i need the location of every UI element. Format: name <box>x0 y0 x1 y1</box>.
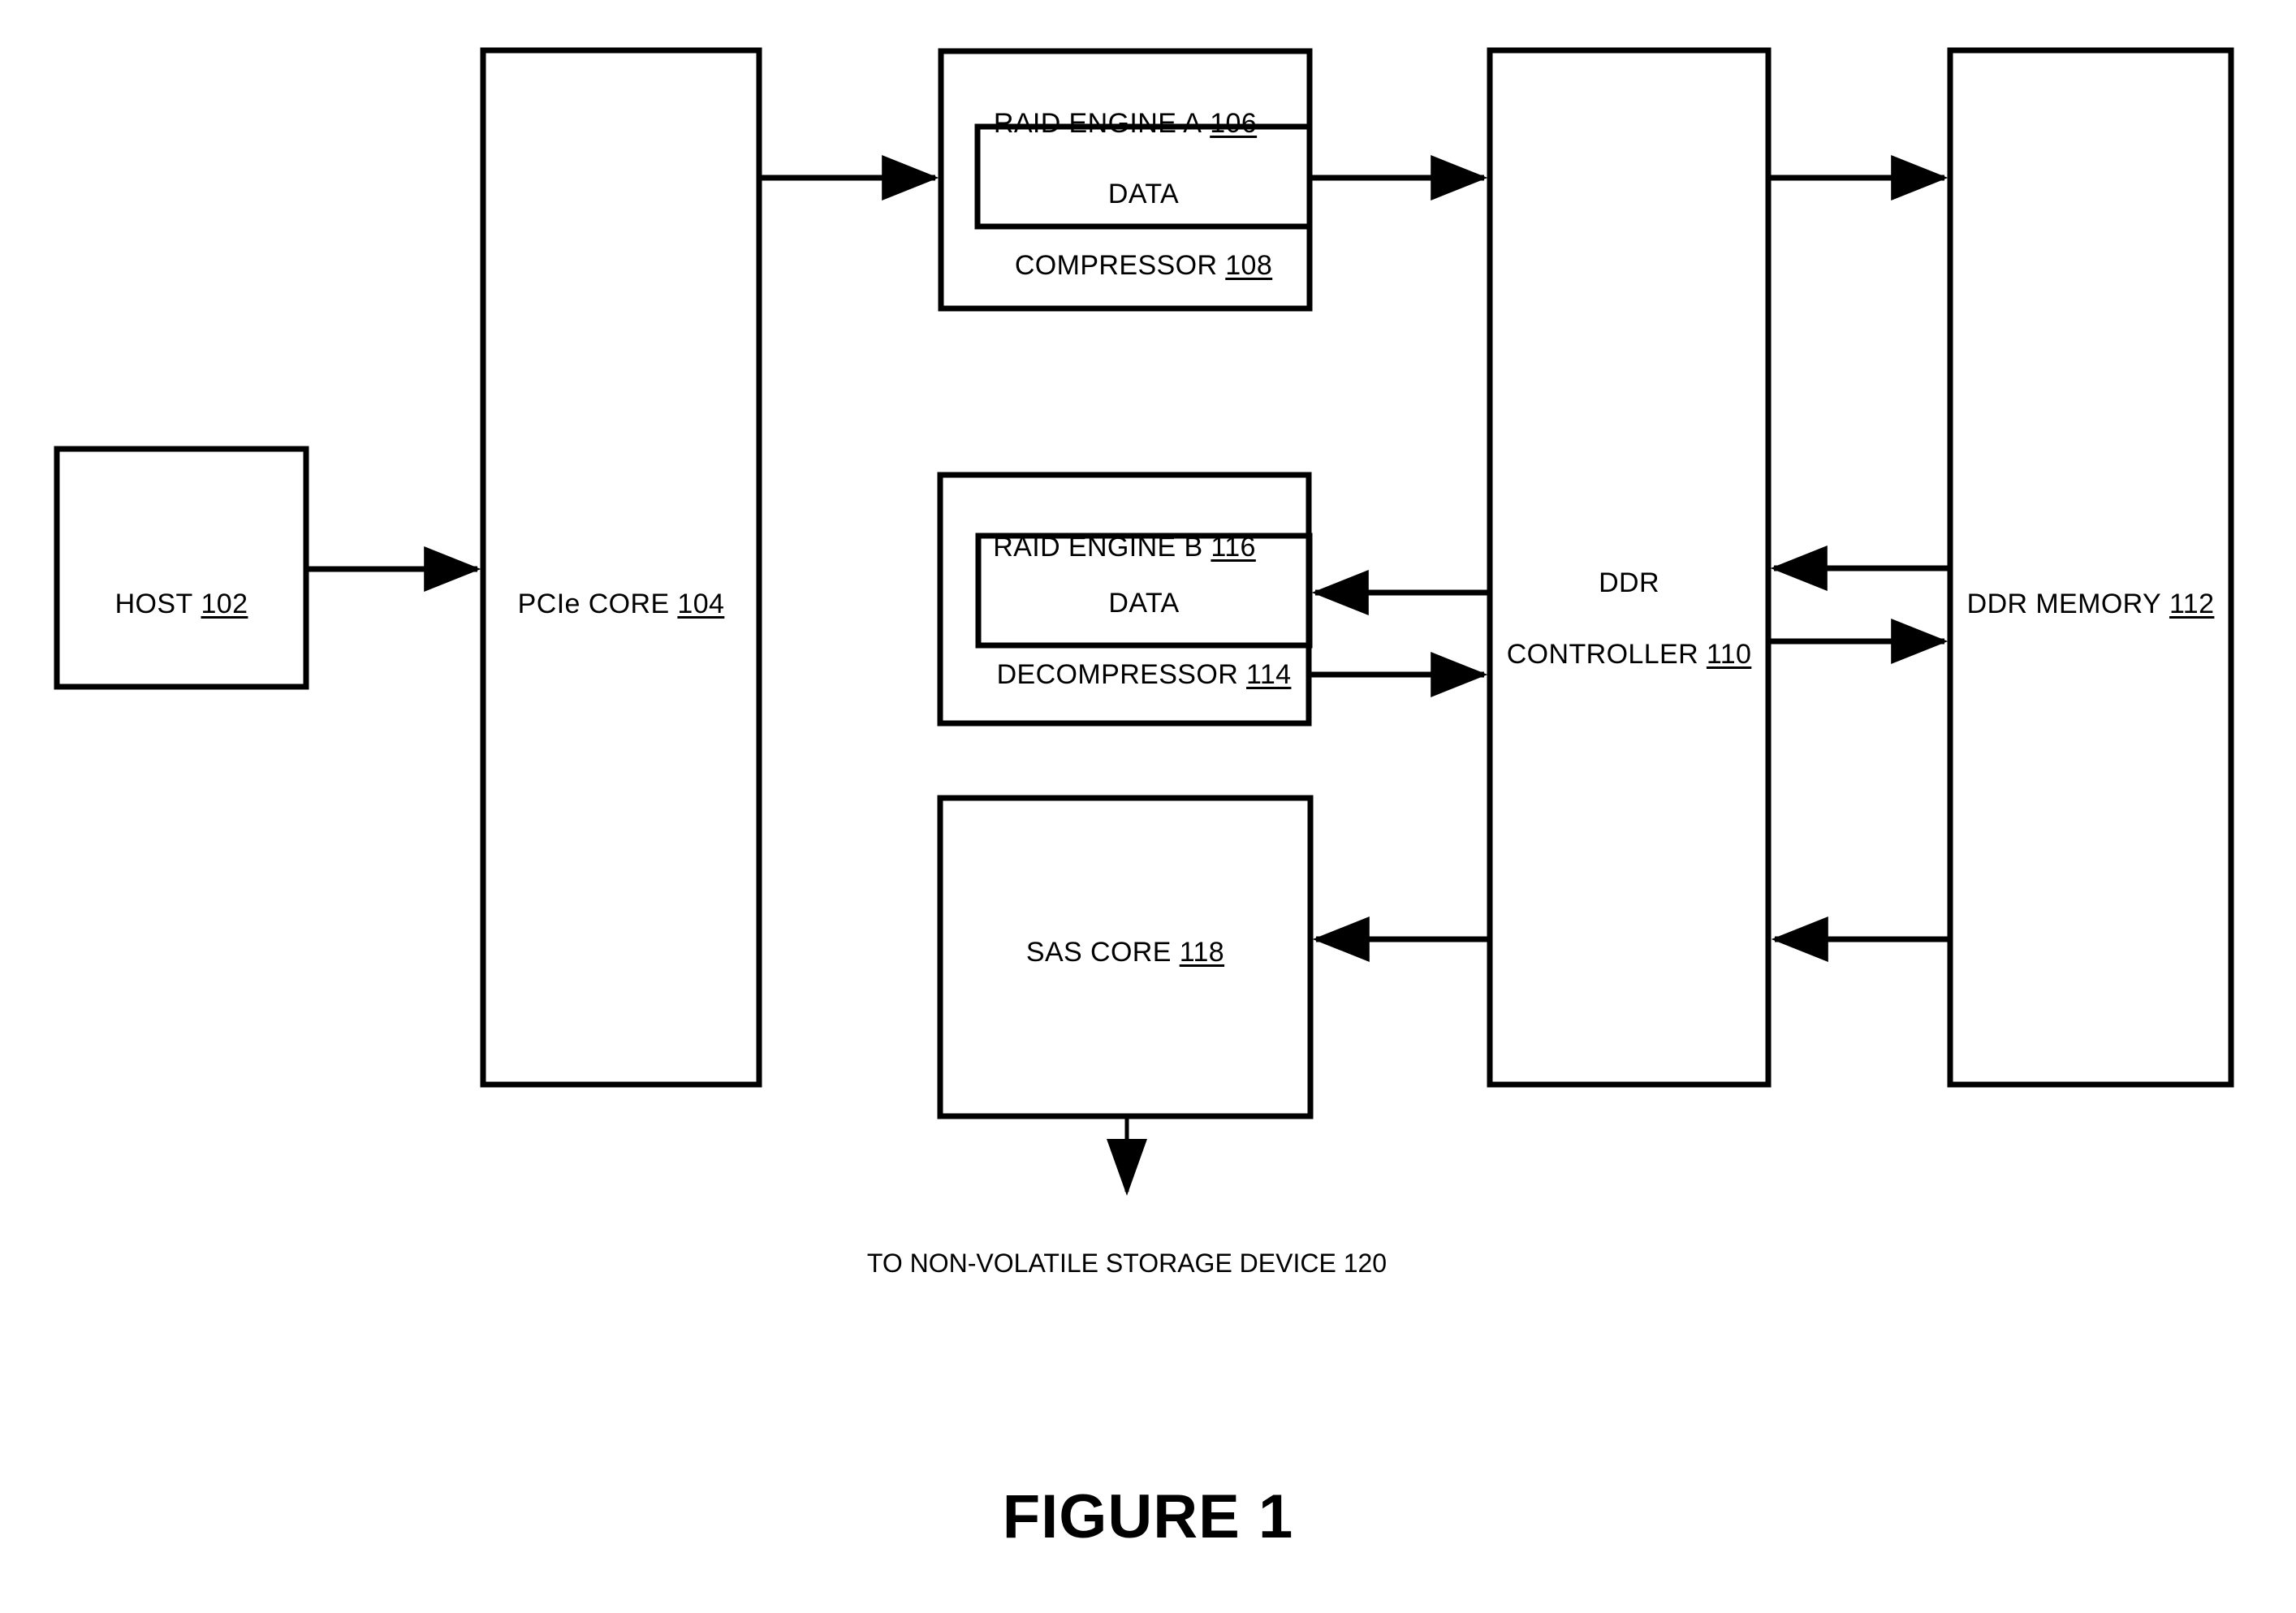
pcie-core-block <box>480 47 762 1088</box>
raid-engine-a-block <box>938 48 1313 312</box>
data-compressor-block <box>974 123 1313 230</box>
host-block <box>54 446 309 690</box>
storage-device-annotation: TO NON-VOLATILE STORAGE DEVICE 120 <box>866 1249 1388 1278</box>
sas-core-block <box>937 795 1314 1119</box>
ddr-controller-block <box>1487 47 1772 1088</box>
data-decompressor-block <box>975 533 1313 649</box>
patent-figure: HOST 102 PCIe CORE 104 RAID ENGINE A 106… <box>0 0 2296 1613</box>
figure-caption: FIGURE 1 <box>1002 1482 1294 1551</box>
diagram-lines-layer <box>54 47 2234 1196</box>
ddr-memory-block <box>1947 47 2234 1088</box>
raid-engine-b-block <box>937 472 1312 727</box>
